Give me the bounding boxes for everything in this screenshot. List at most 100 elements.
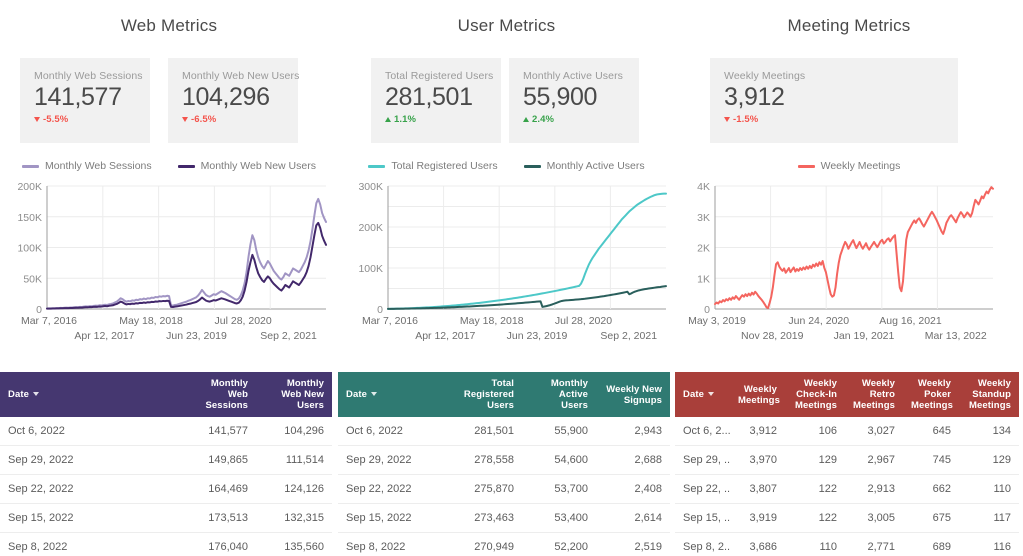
table-row[interactable]: Sep 15, ... 3,919 122 3,005 675 117 — [675, 503, 1019, 533]
scorecard-monthly-web-sessions[interactable]: Monthly Web Sessions 141,577 -5.5% — [20, 58, 150, 143]
scorecard-total-registered-users[interactable]: Total Registered Users 281,501 1.1% — [371, 58, 501, 143]
cell-value: 129 — [785, 445, 845, 475]
scorecard-value: 104,296 — [182, 83, 270, 111]
cell-value: 745 — [903, 445, 959, 475]
cell-date: Oct 6, 2... — [675, 417, 730, 446]
svg-text:Apr 12, 2017: Apr 12, 2017 — [74, 330, 134, 342]
column-header-total-registered-users[interactable]: Total Registered Users — [444, 372, 522, 417]
scorecard-monthly-active-users[interactable]: Monthly Active Users 55,900 2.4% — [509, 58, 639, 143]
svg-text:Apr 12, 2017: Apr 12, 2017 — [415, 330, 475, 342]
svg-text:May 3, 2019: May 3, 2019 — [688, 315, 746, 327]
svg-text:300K: 300K — [358, 181, 383, 193]
page-title-web: Web Metrics — [120, 16, 218, 35]
cell-value: 3,919 — [730, 503, 785, 533]
cell-value: 122 — [785, 474, 845, 504]
svg-text:Mar 13, 2022: Mar 13, 2022 — [925, 330, 987, 342]
column-header-weekly-check-in-meetings[interactable]: Weekly Check-In Meetings — [785, 372, 845, 417]
legend-label: Monthly Web Sessions — [45, 160, 152, 172]
column-header-weekly-new-signups[interactable]: Weekly New Signups — [596, 372, 670, 417]
sort-descending-icon[interactable] — [371, 392, 377, 397]
table-row[interactable]: Sep 29, 2022 149,865 111,514 — [0, 445, 332, 475]
cell-value: 2,913 — [845, 474, 903, 504]
scorecard-delta: -6.5% — [182, 114, 298, 125]
table-row[interactable]: Sep 29, ... 3,970 129 2,967 745 129 — [675, 445, 1019, 475]
svg-text:50K: 50K — [23, 273, 42, 285]
cell-value: 55,900 — [522, 417, 596, 446]
cell-value: 645 — [903, 417, 959, 446]
table-row[interactable]: Oct 6, 2... 3,912 106 3,027 645 134 — [675, 417, 1019, 446]
cell-date: Sep 15, ... — [675, 503, 730, 533]
cell-value: 176,040 — [184, 532, 256, 556]
legend-label: Monthly Active Users — [546, 160, 645, 172]
column-header-monthly-web-new-users[interactable]: Monthly Web New Users — [256, 372, 332, 417]
column-header-date[interactable]: Date — [338, 372, 444, 417]
table-row[interactable]: Sep 22, 2022 275,870 53,700 2,408 — [338, 474, 670, 504]
table-row[interactable]: Oct 6, 2022 141,577 104,296 — [0, 417, 332, 446]
line-chart-meeting-metrics: 0 1K 2K 3K 4K May 3, 2019 Jun 24, 2020 Aug 16, … — [675, 180, 1023, 356]
table-row[interactable]: Sep 15, 2022 273,463 53,400 2,614 — [338, 503, 670, 533]
cell-value: 111,514 — [256, 445, 332, 475]
scorecard-monthly-web-new-users[interactable]: Monthly Web New Users 104,296 -6.5% — [168, 58, 299, 143]
svg-text:200K: 200K — [17, 181, 42, 193]
scorecard-weekly-meetings[interactable]: Weekly Meetings 3,912 -1.5% — [710, 58, 958, 143]
cell-date: Sep 8, 2... — [675, 532, 730, 556]
cell-value: 53,700 — [522, 474, 596, 504]
column-header-weekly-poker-meetings[interactable]: Weekly Poker Meetings — [903, 372, 959, 417]
legend-item[interactable]: Total Registered Users — [368, 160, 498, 172]
column-header-weekly-meetings[interactable]: Weekly Meetings — [730, 372, 785, 417]
column-header-label: Weekly Poker Meetings — [911, 378, 953, 411]
cell-value: 3,686 — [730, 532, 785, 556]
column-header-weekly-retro-meetings[interactable]: Weekly Retro Meetings — [845, 372, 903, 417]
cell-value: 675 — [903, 503, 959, 533]
column-header-weekly-standup-meetings[interactable]: Weekly Standup Meetings — [959, 372, 1019, 417]
scorecard-group-meeting: Weekly Meetings 3,912 -1.5% — [675, 58, 1023, 143]
svg-text:150K: 150K — [17, 212, 42, 224]
cell-value: 3,912 — [730, 417, 785, 446]
legend-item[interactable]: Monthly Web Sessions — [22, 160, 152, 172]
table-row[interactable]: Sep 8, 2... 3,686 110 2,771 689 116 — [675, 532, 1019, 556]
column-header-date[interactable]: Date — [675, 372, 730, 417]
cell-value: 278,558 — [444, 445, 522, 475]
cell-date: Sep 29, 2022 — [338, 445, 444, 475]
svg-text:Mar 7, 2016: Mar 7, 2016 — [21, 315, 77, 327]
arrow-down-icon — [34, 117, 40, 122]
scorecard-delta-value: -5.5% — [43, 114, 69, 125]
sort-descending-icon[interactable] — [708, 392, 714, 397]
scorecard-delta-value: -6.5% — [191, 114, 217, 125]
table-row[interactable]: Sep 29, 2022 278,558 54,600 2,688 — [338, 445, 670, 475]
svg-text:3K: 3K — [697, 212, 710, 224]
legend-swatch-icon — [523, 164, 541, 168]
cell-value: 3,807 — [730, 474, 785, 504]
column-header-date[interactable]: Date — [0, 372, 184, 417]
cell-date: Sep 22, 2022 — [338, 474, 444, 504]
table-row[interactable]: Sep 8, 2022 176,040 135,560 — [0, 532, 332, 556]
svg-text:Jun 24, 2020: Jun 24, 2020 — [788, 315, 849, 327]
svg-text:May 18, 2018: May 18, 2018 — [460, 315, 524, 327]
legend-item[interactable]: Weekly Meetings — [797, 160, 900, 172]
cell-value: 104,296 — [256, 417, 332, 446]
cell-value: 3,005 — [845, 503, 903, 533]
table-row[interactable]: Oct 6, 2022 281,501 55,900 2,943 — [338, 417, 670, 446]
arrow-down-icon — [182, 117, 188, 122]
table-row[interactable]: Sep 15, 2022 173,513 132,315 — [0, 503, 332, 533]
legend-item[interactable]: Monthly Web New Users — [177, 160, 316, 172]
column-header-monthly-active-users[interactable]: Monthly Active Users — [522, 372, 596, 417]
table-row[interactable]: Sep 22, 2022 164,469 124,126 — [0, 474, 332, 504]
cell-value: 270,949 — [444, 532, 522, 556]
cell-date: Sep 8, 2022 — [0, 532, 184, 556]
svg-text:Nov 28, 2019: Nov 28, 2019 — [741, 330, 804, 342]
sort-descending-icon[interactable] — [33, 392, 39, 397]
column-header-label: Monthly Web New Users — [281, 378, 324, 411]
column-header-monthly-web-sessions[interactable]: Monthly Web Sessions — [184, 372, 256, 417]
table-row[interactable]: Sep 22, ... 3,807 122 2,913 662 110 — [675, 474, 1019, 504]
cell-value: 106 — [785, 417, 845, 446]
scorecard-label: Monthly Web Sessions — [34, 70, 143, 82]
legend-item[interactable]: Monthly Active Users — [523, 160, 645, 172]
chart-legend-web: Monthly Web Sessions Monthly Web New Use… — [0, 160, 338, 172]
table-row[interactable]: Sep 8, 2022 270,949 52,200 2,519 — [338, 532, 670, 556]
cell-value: 135,560 — [256, 532, 332, 556]
svg-text:Sep 2, 2021: Sep 2, 2021 — [260, 330, 317, 342]
scorecard-value: 55,900 — [523, 83, 598, 111]
page-title-meeting: Meeting Metrics — [787, 16, 911, 35]
cell-value: 273,463 — [444, 503, 522, 533]
